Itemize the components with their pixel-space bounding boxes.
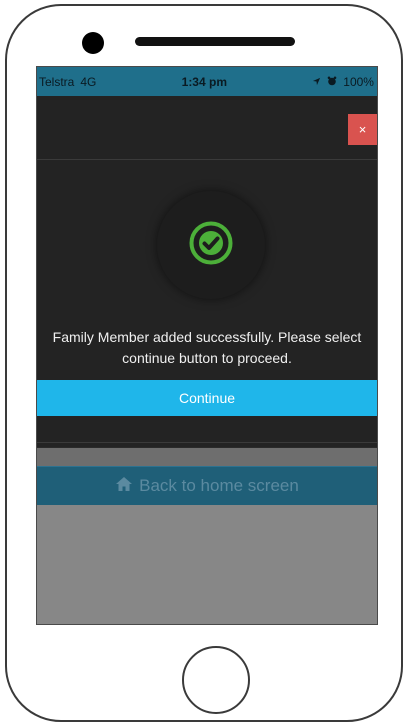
front-camera	[82, 32, 104, 54]
success-message: Family Member added successfully. Please…	[52, 329, 362, 366]
location-arrow-icon	[312, 75, 321, 89]
close-button[interactable]: ×	[348, 114, 377, 145]
success-dialog: × Family Member added successfully. Plea…	[37, 96, 377, 447]
battery-level: 100%	[343, 74, 374, 89]
network-type: 4G	[80, 74, 97, 89]
back-home-label: Back to home screen	[139, 476, 299, 495]
alarm-clock-icon	[327, 75, 337, 89]
back-to-home-button[interactable]: Back to home screen	[37, 466, 377, 505]
earpiece-speaker	[135, 37, 295, 46]
empty-content-area	[37, 505, 377, 624]
footer-divider	[37, 442, 377, 443]
continue-button[interactable]: Continue	[37, 380, 377, 416]
divider-band	[37, 448, 377, 466]
status-time: 1:34 pm	[181, 74, 227, 89]
status-bar: Telstra 4G 1:34 pm 100%	[37, 67, 377, 96]
home-icon	[115, 476, 133, 497]
home-hardware-button[interactable]	[182, 646, 250, 714]
header-divider	[37, 159, 377, 160]
success-icon-container	[157, 191, 265, 299]
app-screen: Telstra 4G 1:34 pm 100% × Family Member …	[36, 66, 378, 625]
check-circle-icon	[188, 220, 234, 271]
carrier-name: Telstra	[39, 74, 75, 89]
